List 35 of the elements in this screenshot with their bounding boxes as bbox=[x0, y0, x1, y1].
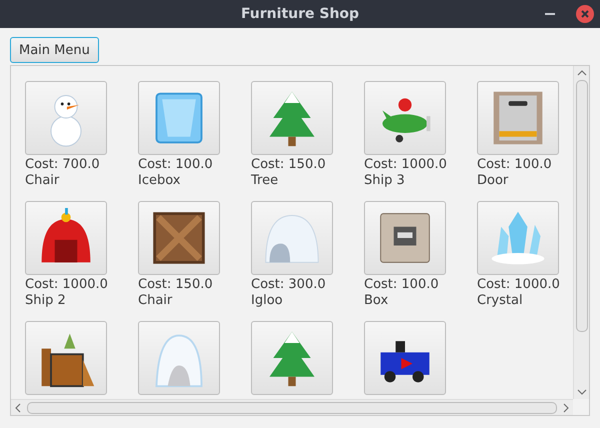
item-cost: Cost: 1000.0 bbox=[364, 157, 447, 173]
scroll-down-icon[interactable] bbox=[576, 389, 586, 395]
item-button[interactable] bbox=[138, 201, 220, 275]
item-name: Crystal bbox=[477, 293, 523, 309]
item-name: Chair bbox=[138, 293, 172, 309]
item-cost: Cost: 100.0 bbox=[138, 157, 213, 173]
item-cost: Cost: 300.0 bbox=[251, 277, 326, 293]
scroll-right-icon[interactable] bbox=[563, 402, 569, 412]
item-name: Igloo bbox=[251, 293, 283, 309]
item-button[interactable] bbox=[25, 201, 107, 275]
item-cost: Cost: 150.0 bbox=[251, 157, 326, 173]
item-name: Chair bbox=[25, 173, 60, 189]
item-button[interactable] bbox=[364, 201, 446, 275]
window-title: Furniture Shop bbox=[240, 6, 360, 22]
scroll-left-icon[interactable] bbox=[15, 402, 21, 412]
item-cost: Cost: 100.0 bbox=[364, 277, 439, 293]
horizontal-scrollbar[interactable] bbox=[11, 399, 573, 415]
item-cost: Cost: 700.0 bbox=[25, 157, 100, 173]
item-name: Icebox bbox=[138, 173, 180, 189]
minimize-icon[interactable] bbox=[545, 13, 555, 16]
item-name: Tree bbox=[251, 173, 278, 189]
item-button[interactable] bbox=[25, 321, 107, 395]
item-name: Ship 3 bbox=[364, 173, 405, 189]
item-cost: Cost: 1000.0 bbox=[25, 277, 108, 293]
item-name: Box bbox=[364, 293, 388, 309]
close-icon[interactable] bbox=[576, 5, 594, 23]
item-button[interactable] bbox=[364, 321, 446, 395]
item-name: Ship 2 bbox=[25, 293, 66, 309]
item-cost: Cost: 100.0 bbox=[477, 157, 552, 173]
item-name: Door bbox=[477, 173, 508, 189]
item-cost: Cost: 150.0 bbox=[138, 277, 213, 293]
item-cost: Cost: 1000.0 bbox=[477, 277, 560, 293]
main-menu-button[interactable]: Main Menu bbox=[10, 37, 99, 63]
scroll-up-icon[interactable] bbox=[576, 70, 586, 76]
vertical-scrollbar[interactable] bbox=[573, 66, 589, 399]
